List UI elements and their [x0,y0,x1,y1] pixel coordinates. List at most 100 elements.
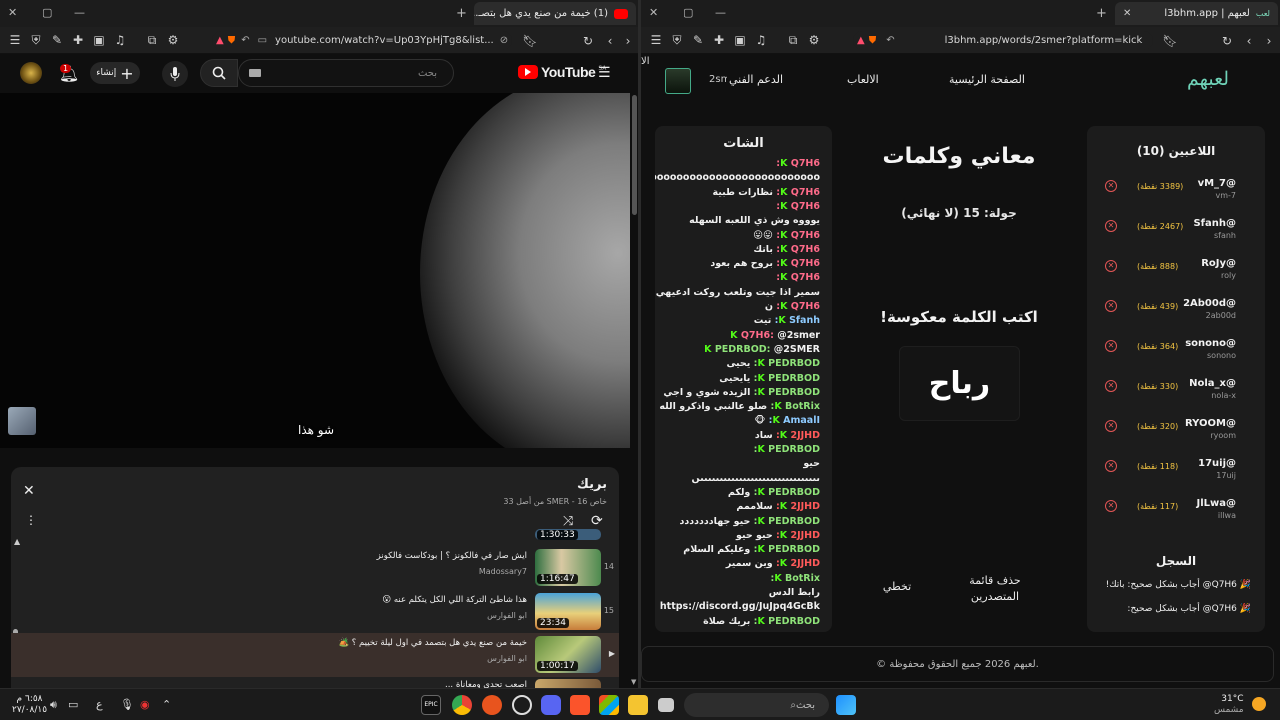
forward-icon[interactable]: › [1260,32,1278,50]
shield-icon[interactable]: ⛨ [27,31,45,49]
chat-username[interactable]: Q7H6: [741,330,774,341]
volume-icon[interactable]: 🔊︎ [50,698,57,712]
maximize-icon[interactable]: ▢ [42,6,52,19]
remove-player-icon[interactable]: ✕ [1105,380,1117,392]
show-hidden-icons[interactable]: ⌃ [162,698,171,711]
hamburger-menu-icon[interactable]: ☰ [598,65,611,81]
nav-support[interactable]: الدعم الفني [727,73,786,86]
remove-player-icon[interactable]: ✕ [1105,180,1117,192]
playlist-item[interactable]: 14 1:16:47 ايش صار في فالكونز ؟ | بودكاس… [11,547,619,589]
remove-player-icon[interactable]: ✕ [1105,420,1117,432]
nav-games[interactable]: الالعاب [847,73,879,86]
settings-icon[interactable]: ⚙ [164,31,182,49]
refresh-page-icon[interactable]: ↶ [241,35,249,46]
extension-icon[interactable]: ✎ [689,31,707,49]
brave-icon[interactable] [570,695,590,715]
tab-l3bhm[interactable]: لعب لعبهم | l3bhm.app ✕ [1115,2,1278,25]
right-address-bar[interactable]: ▲ ⛊ ↶ l3bhm.app/words/2smer?platform=kic… [853,31,1153,50]
discord-icon[interactable] [541,695,561,715]
windows-start-icon[interactable] [836,695,856,715]
youtube-logo[interactable]: YouTube SA [518,64,606,80]
music-icon[interactable]: ♫ [752,31,770,49]
keyboard-icon[interactable] [249,69,261,77]
nav-home[interactable]: الصفحة الرئيسية [949,73,1025,86]
clear-leaderboard-button[interactable]: حذف قائمة المتصدرين [959,573,1031,605]
shield-icon[interactable]: ⛨ [668,31,686,49]
tab-youtube[interactable]: (1) خيمة من صنع يدي هل بتصـ... ✕ [474,2,636,25]
sidebar-icon[interactable]: ▣ [90,31,108,49]
close-playlist-icon[interactable]: ✕ [23,483,35,499]
create-button[interactable]: إنشاء + [90,62,140,84]
settings-icon[interactable]: ⚙ [805,31,823,49]
chat-username[interactable]: PEDRBOD: [715,344,771,355]
microphone-tray-icon[interactable]: 🎙︎ [120,698,134,711]
close-window-icon[interactable]: ✕ [649,6,658,19]
file-explorer-icon[interactable] [628,695,648,715]
remove-player-icon[interactable]: ✕ [1105,220,1117,232]
loop-icon[interactable]: ⟳ [591,513,603,529]
screenshot-icon[interactable]: ⧉ [784,31,802,49]
channel-watermark[interactable] [8,407,36,435]
shuffle-icon[interactable]: ⤨ [563,514,573,529]
left-address-bar[interactable]: ▲ ⛊ ↶ ▭ youtube.com/watch?v=Up03YpHjTg8&… [212,31,512,50]
remove-player-icon[interactable]: ✕ [1105,260,1117,272]
search-button[interactable] [200,59,238,87]
more-options-icon[interactable]: ⋮ [25,513,37,527]
close-tab-icon[interactable]: ✕ [1123,8,1131,19]
brave-shield-icon[interactable]: ⛊ [228,35,236,46]
voice-search-button[interactable] [162,61,188,87]
new-tab-icon[interactable]: + [456,6,467,21]
taskbar-search[interactable]: ⌕ بحث [684,693,829,717]
input-language[interactable]: ع [96,698,103,711]
brave-rewards-icon[interactable]: ▲ [216,35,224,46]
video-player[interactable]: شو هذا [0,93,630,448]
network-icon[interactable]: ▭ [68,698,78,711]
puzzle-icon[interactable]: ✚ [710,31,728,49]
screenshot-icon[interactable]: ⧉ [143,31,161,49]
chrome-icon[interactable] [452,695,472,715]
music-icon[interactable]: ♫ [111,31,129,49]
remove-player-icon[interactable]: ✕ [1105,500,1117,512]
back-icon[interactable]: ‹ [1240,32,1258,50]
user-avatar[interactable] [665,68,691,94]
nav-cut-link[interactable]: الا [641,56,655,67]
epic-games-icon[interactable]: EPIC [421,695,441,715]
playlist-item[interactable]: اصعب تحدي ومعاناة ... [11,677,619,688]
new-tab-icon[interactable]: + [1096,6,1107,21]
bookmark-icon[interactable]: 🔖︎ [1161,32,1179,50]
scroll-down-icon[interactable]: ▼ [631,678,636,686]
skip-button[interactable]: تخطي [877,580,917,593]
store-icon[interactable] [599,695,619,715]
close-window-icon[interactable]: ✕ [8,6,17,19]
weather-widget[interactable]: 31°C مشمس [1214,694,1244,716]
brave-shield-icon[interactable]: ⛊ [869,35,877,46]
forward-icon[interactable]: › [619,32,637,50]
remove-player-icon[interactable]: ✕ [1105,340,1117,352]
remove-player-icon[interactable]: ✕ [1105,460,1117,472]
remove-player-icon[interactable]: ✕ [1105,300,1117,312]
steam-icon[interactable] [512,695,532,715]
page-scrollbar[interactable] [632,95,637,215]
video-thumbnail[interactable]: 1:30:33 [535,529,601,540]
minimize-icon[interactable]: — [715,6,726,19]
back-icon[interactable]: ‹ [601,32,619,50]
puzzle-icon[interactable]: ✚ [69,31,87,49]
bookmark-icon[interactable]: 🔖︎ [521,32,539,50]
playlist-item-current[interactable]: ▶ 1:00:17 خيمة من صنع يدي هل بتصمد في او… [11,633,619,677]
task-view-icon[interactable] [658,698,674,712]
recording-tray-icon[interactable]: ◉ [140,698,150,711]
reload-icon[interactable]: ↻ [579,32,597,50]
site-info-icon[interactable]: ▭ [258,35,267,46]
scroll-up-icon[interactable]: ▲ [14,537,20,546]
avatar[interactable] [20,62,42,84]
site-logo[interactable]: لعبهم [1187,68,1229,90]
reload-icon[interactable]: ↻ [1218,32,1236,50]
app-icon[interactable] [482,695,502,715]
menu-icon[interactable]: ☰ [6,31,24,49]
menu-icon[interactable]: ☰ [647,31,665,49]
minimize-icon[interactable]: — [74,6,85,19]
clock[interactable]: ٦:٥٨ م ٢٧/٠٨/١٥ [12,694,47,716]
search-input[interactable]: بحث [238,59,454,87]
brave-rewards-icon[interactable]: ▲ [857,35,865,46]
extension-icon[interactable]: ✎ [48,31,66,49]
